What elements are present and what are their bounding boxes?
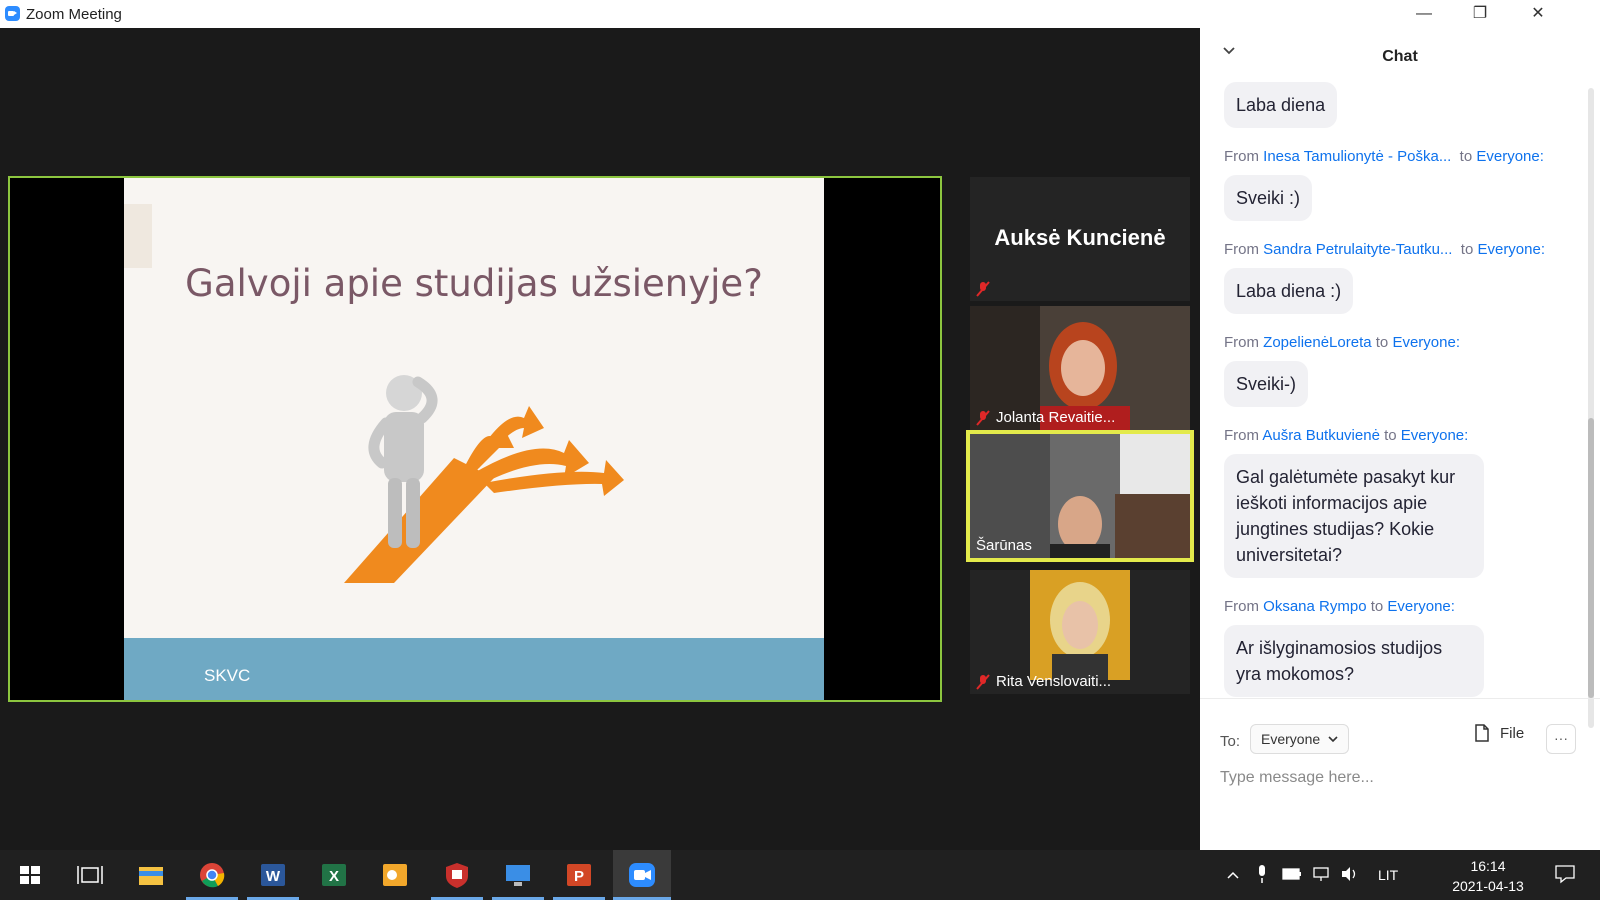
recipient-link[interactable]: Everyone:	[1401, 427, 1469, 444]
message-input[interactable]	[1220, 765, 1580, 791]
chat-message-list: Laba diena From Inesa Tamulionytė - Pošk…	[1224, 80, 1584, 697]
recipient-link[interactable]: Everyone:	[1387, 598, 1455, 615]
slide-decoration	[124, 204, 152, 268]
to-label: To:	[1220, 733, 1241, 750]
chat-message: Laba diena	[1224, 80, 1584, 128]
svg-text:W: W	[266, 868, 281, 885]
svg-text:P: P	[574, 868, 584, 885]
mic-muted-icon	[976, 409, 990, 426]
sender-link[interactable]: ZopelienėLoreta	[1263, 334, 1371, 351]
chat-panel: Chat Laba diena From Inesa Tamulionytė -…	[1200, 28, 1600, 850]
participant-name: Rita Venslovaiti...	[996, 673, 1112, 690]
sender-link[interactable]: Aušra Butkuvienė	[1262, 427, 1380, 444]
outlook-icon[interactable]	[377, 858, 413, 892]
title-bar: Zoom Meeting — ❐ ✕	[0, 0, 1600, 28]
message-bubble: Sveiki :)	[1224, 175, 1313, 221]
chat-scrollbar-thumb[interactable]	[1588, 418, 1594, 698]
shield-icon[interactable]	[439, 858, 475, 892]
recipient-dropdown[interactable]: Everyone	[1250, 724, 1350, 754]
windows-taskbar: W X P LIT 16:14 2021-04-13	[0, 850, 1600, 900]
screen-share: Galvoji apie studijas užsienyje? SKVC	[8, 176, 942, 702]
recipient-link[interactable]: Everyone:	[1477, 241, 1545, 258]
mic-muted-icon	[976, 673, 990, 690]
slide-footer-bar: SKVC	[124, 638, 824, 700]
participant-name: Auksė Kuncienė	[994, 225, 1166, 250]
participant-tile[interactable]: Auksė Kuncienė	[970, 177, 1190, 301]
participant-tile[interactable]: Jolanta Revaitie...	[970, 306, 1190, 430]
system-clock[interactable]: 16:14 2021-04-13	[1438, 856, 1538, 896]
volume-icon[interactable]	[1340, 866, 1360, 882]
message-header: From Aušra Butkuvienė to Everyone:	[1224, 427, 1469, 444]
svg-text:X: X	[329, 868, 339, 885]
word-icon[interactable]: W	[255, 858, 291, 892]
presentation-slide: Galvoji apie studijas užsienyje? SKVC	[124, 178, 824, 700]
chat-title: Chat	[1382, 48, 1418, 65]
message-bubble: Gal galėtumėte pasakyt kur ieškoti infor…	[1224, 454, 1484, 578]
chat-message: From Inesa Tamulionytė - Poška... to Eve…	[1224, 148, 1584, 221]
clock-date: 2021-04-13	[1452, 878, 1524, 894]
mic-muted-icon	[976, 281, 990, 297]
window-title: Zoom Meeting	[26, 6, 122, 23]
zoom-icon[interactable]	[624, 858, 660, 892]
restore-button[interactable]: ❐	[1452, 0, 1508, 28]
zoom-app-icon	[5, 6, 20, 21]
thinking-figure-illustration	[344, 375, 624, 583]
file-explorer-icon[interactable]	[133, 858, 169, 892]
message-header: From Inesa Tamulionytė - Poška... to Eve…	[1224, 148, 1544, 165]
sender-link[interactable]: Sandra Petrulaityte-Tautku...	[1263, 241, 1452, 258]
participant-name: Jolanta Revaitie...	[996, 409, 1116, 426]
skvc-logo: SKVC	[204, 666, 251, 685]
close-button[interactable]: ✕	[1510, 0, 1566, 28]
chat-header: Chat	[1200, 28, 1600, 86]
meeting-area: Galvoji apie studijas užsienyje? SKVC Au…	[0, 28, 1200, 850]
message-bubble: Laba diena	[1224, 82, 1338, 128]
battery-icon[interactable]	[1282, 867, 1302, 881]
task-view-icon[interactable]	[72, 858, 108, 892]
chevron-down-icon	[1328, 736, 1338, 743]
remote-desktop-icon[interactable]	[500, 858, 536, 892]
message-bubble: Ar išlyginamosios studijos yra mokomos?	[1224, 625, 1484, 697]
message-header: From Sandra Petrulaityte-Tautku... to Ev…	[1224, 241, 1546, 258]
chat-message: From Oksana Rympo to Everyone: Ar išlygi…	[1224, 598, 1584, 697]
minimize-button[interactable]: —	[1396, 0, 1452, 28]
more-options-button[interactable]: ···	[1546, 724, 1576, 754]
recipient-link[interactable]: Everyone:	[1392, 334, 1460, 351]
microphone-icon[interactable]	[1256, 864, 1268, 884]
notifications-icon[interactable]	[1554, 864, 1576, 884]
chat-message: From Sandra Petrulaityte-Tautku... to Ev…	[1224, 241, 1584, 314]
network-icon[interactable]	[1312, 866, 1332, 882]
participant-tile[interactable]: Rita Venslovaiti...	[970, 570, 1190, 694]
recipient-link[interactable]: Everyone:	[1476, 148, 1544, 165]
file-button[interactable]: File	[1474, 724, 1524, 742]
sender-link[interactable]: Oksana Rympo	[1263, 598, 1366, 615]
message-bubble: Sveiki-)	[1224, 361, 1309, 407]
participant-name: Šarūnas	[976, 537, 1032, 554]
sender-link[interactable]: Inesa Tamulionytė - Poška...	[1263, 148, 1451, 165]
message-bubble: Laba diena :)	[1224, 268, 1354, 314]
language-indicator[interactable]: LIT	[1378, 850, 1398, 900]
chrome-icon[interactable]	[194, 858, 230, 892]
file-icon	[1475, 724, 1489, 742]
message-header: From Oksana Rympo to Everyone:	[1224, 598, 1455, 615]
chat-message: From ZopelienėLoreta to Everyone: Sveiki…	[1224, 334, 1584, 407]
powerpoint-icon[interactable]: P	[561, 858, 597, 892]
slide-title: Galvoji apie studijas užsienyje?	[185, 262, 763, 305]
participant-tile-active-speaker[interactable]: Šarūnas	[966, 430, 1194, 562]
chat-compose-area: To: Everyone File ···	[1200, 698, 1600, 850]
clock-time: 16:14	[1470, 858, 1506, 874]
chevron-up-icon[interactable]	[1226, 868, 1240, 882]
chat-message: From Aušra Butkuvienė to Everyone: Gal g…	[1224, 427, 1584, 578]
windows-start-icon[interactable]	[12, 858, 48, 892]
message-header: From ZopelienėLoreta to Everyone:	[1224, 334, 1460, 351]
excel-icon[interactable]: X	[316, 858, 352, 892]
